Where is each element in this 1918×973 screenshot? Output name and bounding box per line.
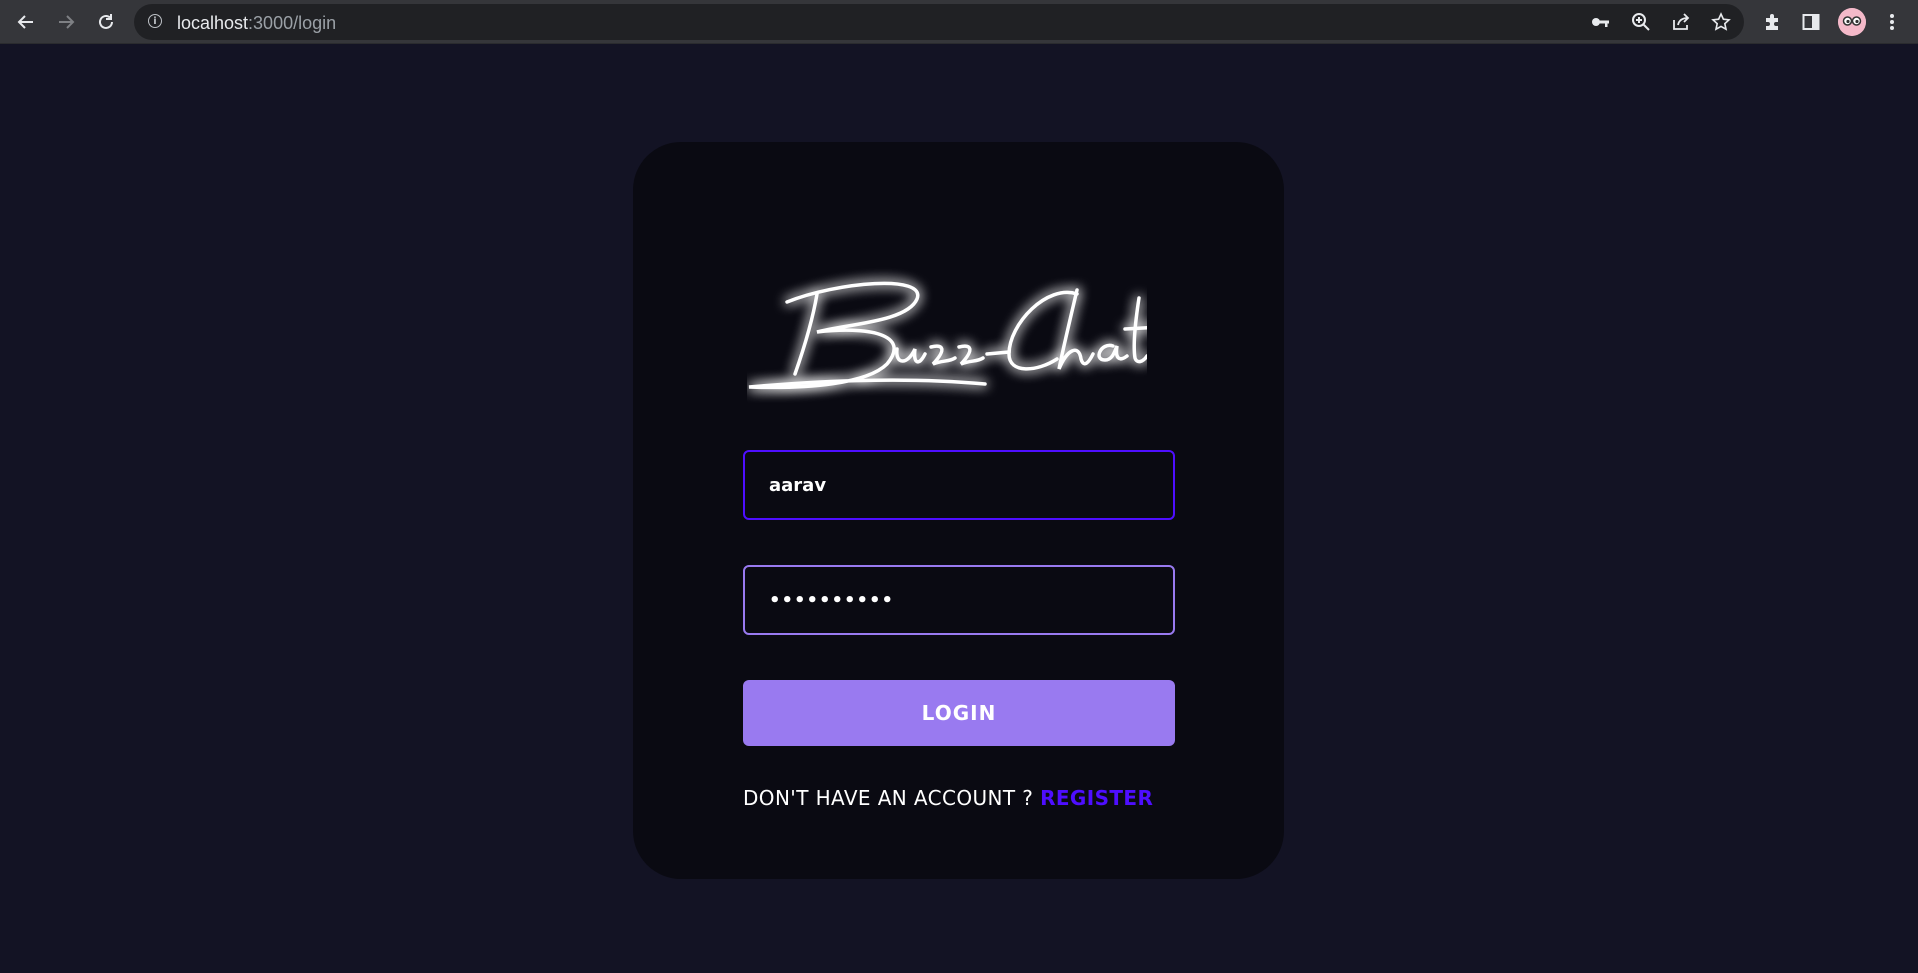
arrow-left-icon bbox=[17, 15, 33, 29]
side-panel-icon[interactable] bbox=[1799, 10, 1823, 34]
back-button[interactable] bbox=[13, 9, 39, 35]
extensions-icon[interactable] bbox=[1760, 10, 1784, 34]
site-info-icon[interactable]: i bbox=[148, 14, 162, 28]
forward-button[interactable] bbox=[53, 9, 79, 35]
buzz-chat-logo bbox=[747, 254, 1163, 434]
url-text[interactable]: localhost:3000/login bbox=[177, 13, 336, 34]
menu-icon[interactable] bbox=[1880, 10, 1904, 34]
browser-toolbar: i localhost:3000/login bbox=[0, 0, 1918, 44]
zoom-icon[interactable] bbox=[1630, 12, 1652, 32]
username-input[interactable]: aarav bbox=[743, 450, 1175, 520]
share-icon[interactable] bbox=[1670, 12, 1692, 32]
url-host: localhost bbox=[177, 13, 249, 33]
reload-icon bbox=[99, 14, 113, 29]
key-icon[interactable] bbox=[1590, 12, 1612, 32]
password-input[interactable]: •••••••••• bbox=[743, 565, 1175, 635]
register-prompt-text: DON'T HAVE AN ACCOUNT ? bbox=[743, 786, 1034, 810]
url-path: :3000/login bbox=[248, 13, 337, 33]
arrow-right-icon bbox=[59, 15, 75, 29]
reload-button[interactable] bbox=[93, 9, 119, 35]
register-link[interactable]: REGISTER bbox=[1040, 786, 1153, 810]
login-button[interactable]: LOGIN bbox=[743, 680, 1175, 746]
profile-avatar[interactable] bbox=[1838, 8, 1866, 36]
address-bar[interactable]: i localhost:3000/login bbox=[134, 4, 1744, 40]
login-card: aarav •••••••••• LOGIN DON'T HAVE AN ACC… bbox=[633, 142, 1284, 879]
star-icon[interactable] bbox=[1710, 12, 1732, 32]
register-prompt: DON'T HAVE AN ACCOUNT ? REGISTER bbox=[743, 786, 1175, 810]
